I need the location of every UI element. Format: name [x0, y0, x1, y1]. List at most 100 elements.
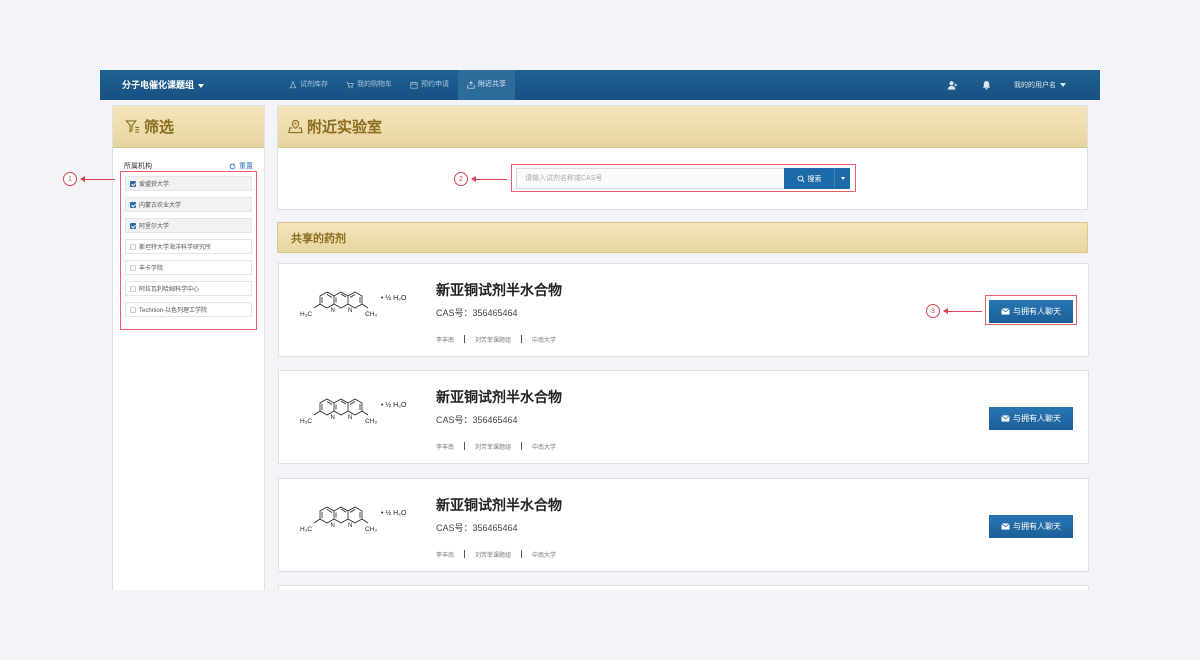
org-label: 丰卡学院	[139, 266, 164, 272]
org-item[interactable]: 阿拉瓦利哈姆科学中心	[125, 281, 252, 296]
annotation-arrow-icon	[943, 308, 948, 314]
search-button[interactable]: 搜索	[784, 168, 834, 189]
lab-title: 附近实验室	[307, 119, 383, 136]
reagent-cas: CAS号：356465464	[436, 308, 518, 318]
org-label: Technion-以色列理工学院	[139, 308, 208, 314]
checkbox[interactable]	[130, 180, 136, 187]
reset-label: 重置	[239, 163, 253, 170]
search-input[interactable]	[516, 168, 784, 189]
reagent-cas: CAS号：356465464	[436, 415, 518, 425]
nitrogen-label: N	[348, 308, 352, 314]
caret-down-icon	[840, 177, 845, 180]
hydrate-label: • ½ H₂O	[381, 509, 407, 517]
owner-group: 刘芳菲课题组	[475, 445, 512, 451]
nitrogen-label: N	[331, 308, 335, 314]
nitrogen-label: N	[331, 523, 335, 529]
bell-icon	[982, 80, 990, 90]
tab-shopping-cart[interactable]: 我的购物车	[337, 70, 401, 100]
owner-org: 中南大学	[532, 445, 557, 451]
divider	[521, 442, 523, 450]
reagent-card: N N H₃C CH₃ • ½ H₂O 新亚铜试剂半水合物 CAS号：35646…	[278, 370, 1089, 464]
org-label: 斯坦特大学海洋科学研究所	[139, 245, 212, 251]
checkbox[interactable]	[130, 222, 136, 229]
reagent-card: N N H₃C CH₃ • ½ H₂O 新亚铜试剂半水合物 CAS号：35646…	[278, 263, 1089, 357]
reagent-meta: 李丰南 刘芳菲课题组 中南大学	[436, 550, 566, 559]
reagent-meta: 李丰南 刘芳菲课题组 中南大学	[436, 335, 566, 344]
methyl-left: H₃C	[300, 418, 312, 425]
annotation-marker: 3	[926, 304, 940, 318]
tab-label: 试剂库存	[300, 81, 328, 88]
lab-header: 附近实验室	[278, 106, 1087, 148]
reset-button[interactable]: 重置	[229, 161, 253, 171]
app-window: 分子电催化课题组 试剂库存 我的购物车 预约申请 附近共享 我的的用户名 筛选 …	[100, 70, 1100, 590]
chat-with-owner-button[interactable]: 与拥有人聊天	[989, 515, 1073, 538]
owner-name: 李丰南	[436, 553, 455, 559]
filter-row: 所属机构 重置	[124, 161, 253, 171]
reagent-card-partial	[278, 585, 1089, 590]
org-item[interactable]: 爱盟获大学	[125, 176, 252, 191]
annotation-line	[83, 179, 115, 180]
org-item[interactable]: 阿里尔大学	[125, 218, 252, 233]
divider	[521, 550, 523, 558]
annotation-marker: 1	[63, 172, 77, 186]
annotation-line	[946, 311, 982, 312]
notification-button[interactable]	[980, 79, 992, 91]
tab-label: 预约申请	[421, 81, 449, 88]
org-label: 爱盟获大学	[139, 182, 170, 188]
brand-dropdown[interactable]: 分子电催化课题组	[122, 70, 205, 100]
add-friend-button[interactable]	[946, 79, 958, 91]
checkbox[interactable]	[130, 243, 136, 250]
methyl-right: CH₃	[365, 418, 377, 425]
tab-booking[interactable]: 预约申请	[401, 70, 458, 100]
reagent-name[interactable]: 新亚铜试剂半水合物	[436, 280, 562, 300]
divider	[521, 335, 523, 343]
calendar-icon	[410, 81, 418, 89]
org-label: 内蒙古农业大学	[139, 203, 182, 209]
tab-nearby-share[interactable]: 附近共享	[458, 70, 515, 100]
envelope-icon	[1001, 523, 1010, 530]
reagent-name[interactable]: 新亚铜试剂半水合物	[436, 387, 562, 407]
reagent-name[interactable]: 新亚铜试剂半水合物	[436, 495, 562, 515]
nav-tabs: 试剂库存 我的购物车 预约申请 附近共享	[280, 70, 515, 100]
org-item[interactable]: 丰卡学院	[125, 260, 252, 275]
org-item[interactable]: 斯坦特大学海洋科学研究所	[125, 239, 252, 254]
chat-with-owner-button[interactable]: 与拥有人聊天	[989, 300, 1073, 323]
hydrate-label: • ½ H₂O	[381, 294, 407, 302]
checkbox[interactable]	[130, 264, 136, 271]
hydrate-label: • ½ H₂O	[381, 401, 407, 409]
search-button-label: 搜索	[807, 175, 822, 183]
methyl-left: H₃C	[300, 526, 312, 533]
checkbox[interactable]	[130, 306, 136, 313]
tab-label: 我的购物车	[357, 81, 392, 88]
divider	[464, 442, 466, 450]
username-label: 我的的用户名	[1014, 82, 1056, 89]
owner-name: 李丰南	[436, 445, 455, 451]
user-menu[interactable]: 我的的用户名	[1014, 80, 1066, 90]
cart-icon	[346, 81, 354, 89]
filter-icon	[125, 120, 140, 133]
owner-group: 刘芳菲课题组	[475, 553, 512, 559]
owner-org: 中南大学	[532, 553, 557, 559]
chat-button-label: 与拥有人聊天	[1013, 414, 1061, 423]
filter-title: 筛选	[144, 119, 175, 136]
owner-name: 李丰南	[436, 338, 455, 344]
checkbox[interactable]	[130, 285, 136, 292]
search-dropdown-toggle[interactable]	[834, 168, 850, 189]
envelope-icon	[1001, 415, 1010, 422]
molecule-structure: N N H₃C CH₃ • ½ H₂O	[300, 506, 407, 533]
owner-group: 刘芳菲课题组	[475, 338, 512, 344]
org-item[interactable]: Technion-以色列理工学院	[125, 302, 252, 317]
nearby-lab-panel: 附近实验室 搜索	[277, 105, 1088, 210]
navbar-right: 我的的用户名	[946, 70, 1066, 100]
methyl-right: CH₃	[365, 311, 377, 318]
checkbox[interactable]	[130, 201, 136, 208]
methyl-right: CH₃	[365, 526, 377, 533]
org-list: 爱盟获大学 内蒙古农业大学 阿里尔大学 斯坦特大学海洋科学研究所 丰卡学院 阿拉…	[125, 176, 252, 323]
envelope-icon	[1001, 308, 1010, 315]
brand-label: 分子电催化课题组	[122, 80, 195, 90]
share-icon	[467, 81, 475, 89]
org-item[interactable]: 内蒙古农业大学	[125, 197, 252, 212]
reagent-card: N N H₃C CH₃ • ½ H₂O 新亚铜试剂半水合物 CAS号：35646…	[278, 478, 1089, 572]
tab-reagent-inventory[interactable]: 试剂库存	[280, 70, 337, 100]
chat-with-owner-button[interactable]: 与拥有人聊天	[989, 407, 1073, 430]
